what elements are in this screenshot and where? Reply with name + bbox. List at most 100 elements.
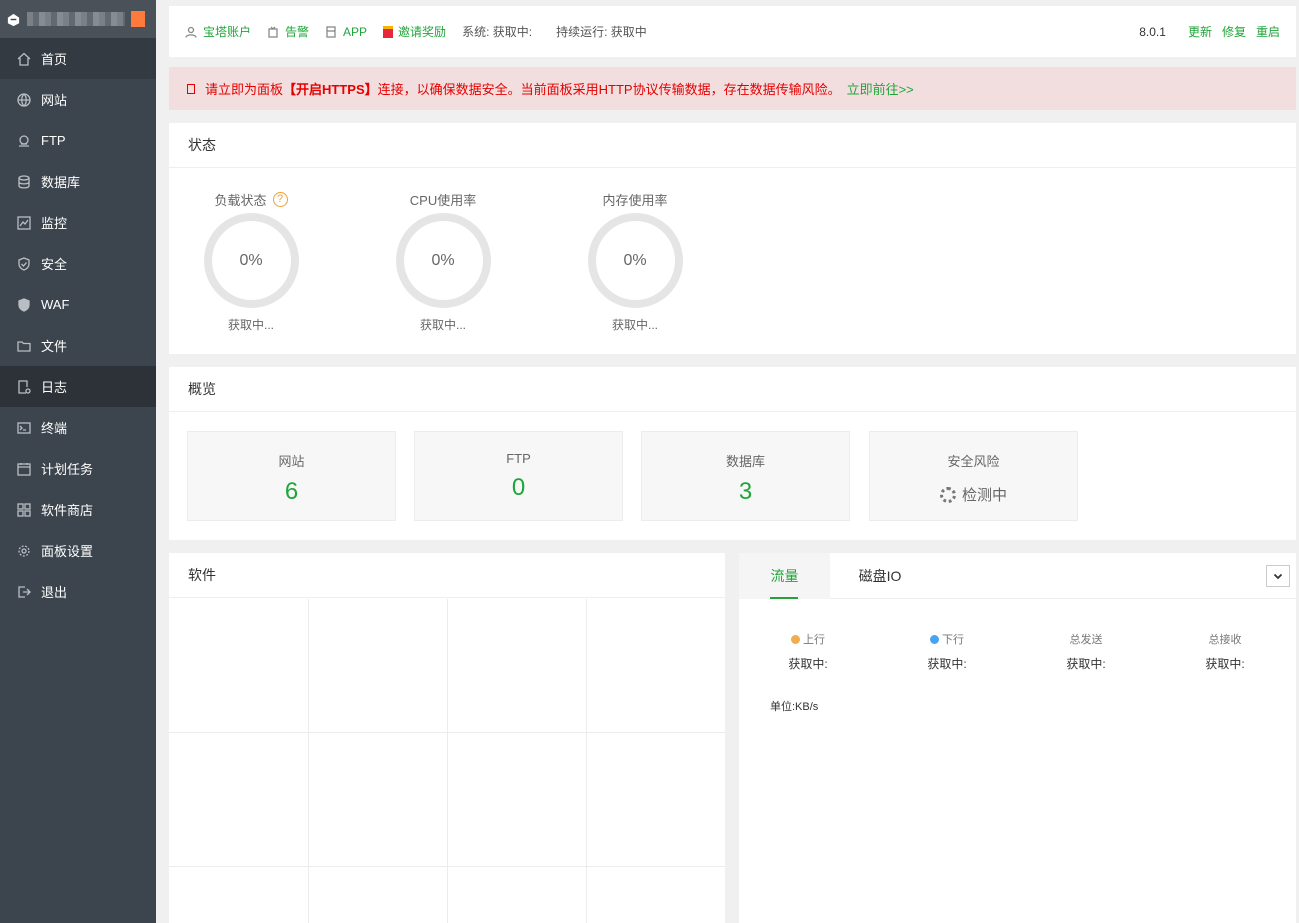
software-panel: 软件 (169, 553, 725, 923)
stat-value: 获取中: (788, 657, 828, 671)
ftp-icon (17, 134, 31, 148)
traffic-stats: 上行 获取中: 下行 获取中: 总发送 获取中: 总接收 获取中: (739, 631, 1296, 671)
stat-value: 获取中: (1066, 657, 1106, 671)
alarm-link[interactable]: 告警 (267, 23, 309, 40)
sidebar-item-cron[interactable]: 计划任务 (0, 448, 156, 489)
grid-line (586, 599, 587, 923)
sidebar-item-label: 计划任务 (41, 462, 94, 477)
sidebar-menu: 首页 网站 FTP 数据库 监控 安全 WAF 文件 日志 终端 计划任务 软件… (0, 38, 156, 612)
invite-label: 邀请奖励 (398, 25, 447, 39)
software-grid (169, 599, 725, 923)
card-label: 安全风险 (947, 454, 1000, 469)
overview-panel: 概览 网站 6 FTP 0 数据库 3 安全风险 检测中 (169, 367, 1296, 540)
cpu-gauge[interactable]: CPU使用率 0% 获取中... (388, 189, 498, 333)
sidebar-item-label: 软件商店 (41, 503, 94, 518)
sidebar-item-website[interactable]: 网站 (0, 79, 156, 120)
sidebar-item-label: 监控 (41, 216, 68, 231)
app-link[interactable]: APP (325, 25, 367, 39)
network-select[interactable] (1266, 565, 1290, 587)
sidebar-item-terminal[interactable]: 终端 (0, 407, 156, 448)
sidebar-item-label: 安全 (41, 257, 68, 272)
uptime-info: 持续运行: 获取中 (556, 25, 647, 39)
alarm-icon (268, 26, 278, 38)
gauge-sub: 获取中... (419, 318, 466, 332)
overview-body: 网站 6 FTP 0 数据库 3 安全风险 检测中 (169, 412, 1296, 540)
stat-value: 获取中: (927, 657, 967, 671)
card-label: FTP (506, 451, 531, 466)
sidebar-item-store[interactable]: 软件商店 (0, 489, 156, 530)
unit-label: 单位:KB/s (770, 701, 819, 713)
stat-label-wrap: 上行 (791, 631, 825, 647)
download-dot-icon (930, 634, 939, 644)
load-gauge[interactable]: 负载状态 ? 0% 获取中... (196, 189, 306, 333)
alarm-label: 告警 (285, 25, 310, 39)
stat-label-wrap: 下行 (930, 631, 964, 647)
tab-traffic[interactable]: 流量 (739, 553, 830, 599)
invite-link[interactable]: 邀请奖励 (383, 23, 446, 40)
folder-icon (17, 339, 31, 353)
sidebar-item-logout[interactable]: 退出 (0, 571, 156, 612)
overview-card-risk[interactable]: 安全风险 检测中 (869, 431, 1078, 521)
sidebar-item-label: 终端 (41, 421, 68, 436)
main-content: 宝塔账户 告警 APP 邀请奖励 系统: 获取中: 持续运行: 获取中 8.0.… (169, 0, 1296, 540)
panel-version: 8.0.1 (1139, 24, 1166, 39)
gauge-ring: 0% (587, 213, 683, 308)
terminal-icon (17, 421, 31, 435)
server-name-blurred (27, 12, 125, 26)
bottom-row: 软件 流量 磁盘IO 上行 获取中: 下行 获取中: 总发送 获取中: 总接收 … (169, 553, 1296, 923)
sidebar-item-label: 数据库 (41, 175, 81, 190)
stat-total-received: 总接收 获取中: (1175, 631, 1275, 672)
gauge-title-wrap: 负载状态 ? (196, 189, 306, 209)
grid-icon (17, 502, 31, 517)
traffic-tabs: 流量 磁盘IO (739, 553, 1296, 599)
tab-disk-io[interactable]: 磁盘IO (830, 553, 930, 599)
memory-gauge[interactable]: 内存使用率 0% 获取中... (580, 189, 690, 333)
upload-dot-icon (791, 634, 800, 644)
sidebar-item-settings[interactable]: 面板设置 (0, 530, 156, 571)
top-bar: 宝塔账户 告警 APP 邀请奖励 系统: 获取中: 持续运行: 获取中 8.0.… (169, 6, 1296, 57)
stat-value: 获取中: (1205, 657, 1245, 671)
update-button[interactable]: 更新 (1188, 23, 1212, 40)
monitor-icon (17, 215, 31, 230)
gauge-ring: 0% (203, 213, 299, 308)
sidebar-item-label: 网站 (41, 93, 68, 108)
sidebar-item-label: WAF (41, 297, 70, 312)
logout-icon (17, 585, 31, 599)
status-body: 负载状态 ? 0% 获取中... CPU使用率 0% 获取中... 内存使用率 … (169, 168, 1296, 354)
help-icon[interactable]: ? (272, 191, 288, 207)
account-link[interactable]: 宝塔账户 (185, 23, 251, 40)
app-icon (326, 25, 336, 38)
overview-title: 概览 (169, 367, 1296, 412)
status-title: 状态 (169, 123, 1296, 168)
sidebar-item-database[interactable]: 数据库 (0, 161, 156, 202)
https-alert: 请立即为面板 【开启HTTPS】 连接，以确保数据安全。当前面板采用HTTP协议… (169, 67, 1296, 110)
restart-button[interactable]: 重启 (1256, 23, 1280, 40)
log-icon (17, 379, 31, 394)
grid-line (447, 599, 448, 923)
alert-text-post: 连接，以确保数据安全。当前面板采用HTTP协议传输数据，存在数据传输风险。 (377, 82, 841, 97)
stat-label: 上行 (803, 634, 825, 646)
grid-line (169, 866, 725, 867)
sidebar-item-ftp[interactable]: FTP (0, 120, 156, 161)
repair-button[interactable]: 修复 (1222, 23, 1246, 40)
sidebar: 首页 网站 FTP 数据库 监控 安全 WAF 文件 日志 终端 计划任务 软件… (0, 0, 156, 923)
overview-card-database[interactable]: 数据库 3 (641, 431, 850, 521)
sidebar-item-logs[interactable]: 日志 (0, 366, 156, 407)
gauge-title: CPU使用率 (409, 192, 477, 208)
sidebar-item-waf[interactable]: WAF (0, 284, 156, 325)
sidebar-item-security[interactable]: 安全 (0, 243, 156, 284)
app-label: APP (343, 24, 368, 39)
overview-card-ftp[interactable]: FTP 0 (414, 431, 623, 521)
card-value: 检测中 (961, 487, 1007, 504)
overview-card-website[interactable]: 网站 6 (187, 431, 396, 521)
sidebar-item-home[interactable]: 首页 (0, 38, 156, 79)
shield-icon (17, 256, 31, 271)
gear-icon (17, 544, 31, 558)
alert-go-link[interactable]: 立即前往>> (847, 79, 914, 98)
sidebar-item-label: 日志 (41, 380, 68, 395)
card-value: 6 (284, 478, 299, 505)
sidebar-item-monitor[interactable]: 监控 (0, 202, 156, 243)
system-info: 系统: 获取中: (462, 25, 533, 39)
card-value: 3 (738, 478, 753, 505)
sidebar-item-files[interactable]: 文件 (0, 325, 156, 366)
